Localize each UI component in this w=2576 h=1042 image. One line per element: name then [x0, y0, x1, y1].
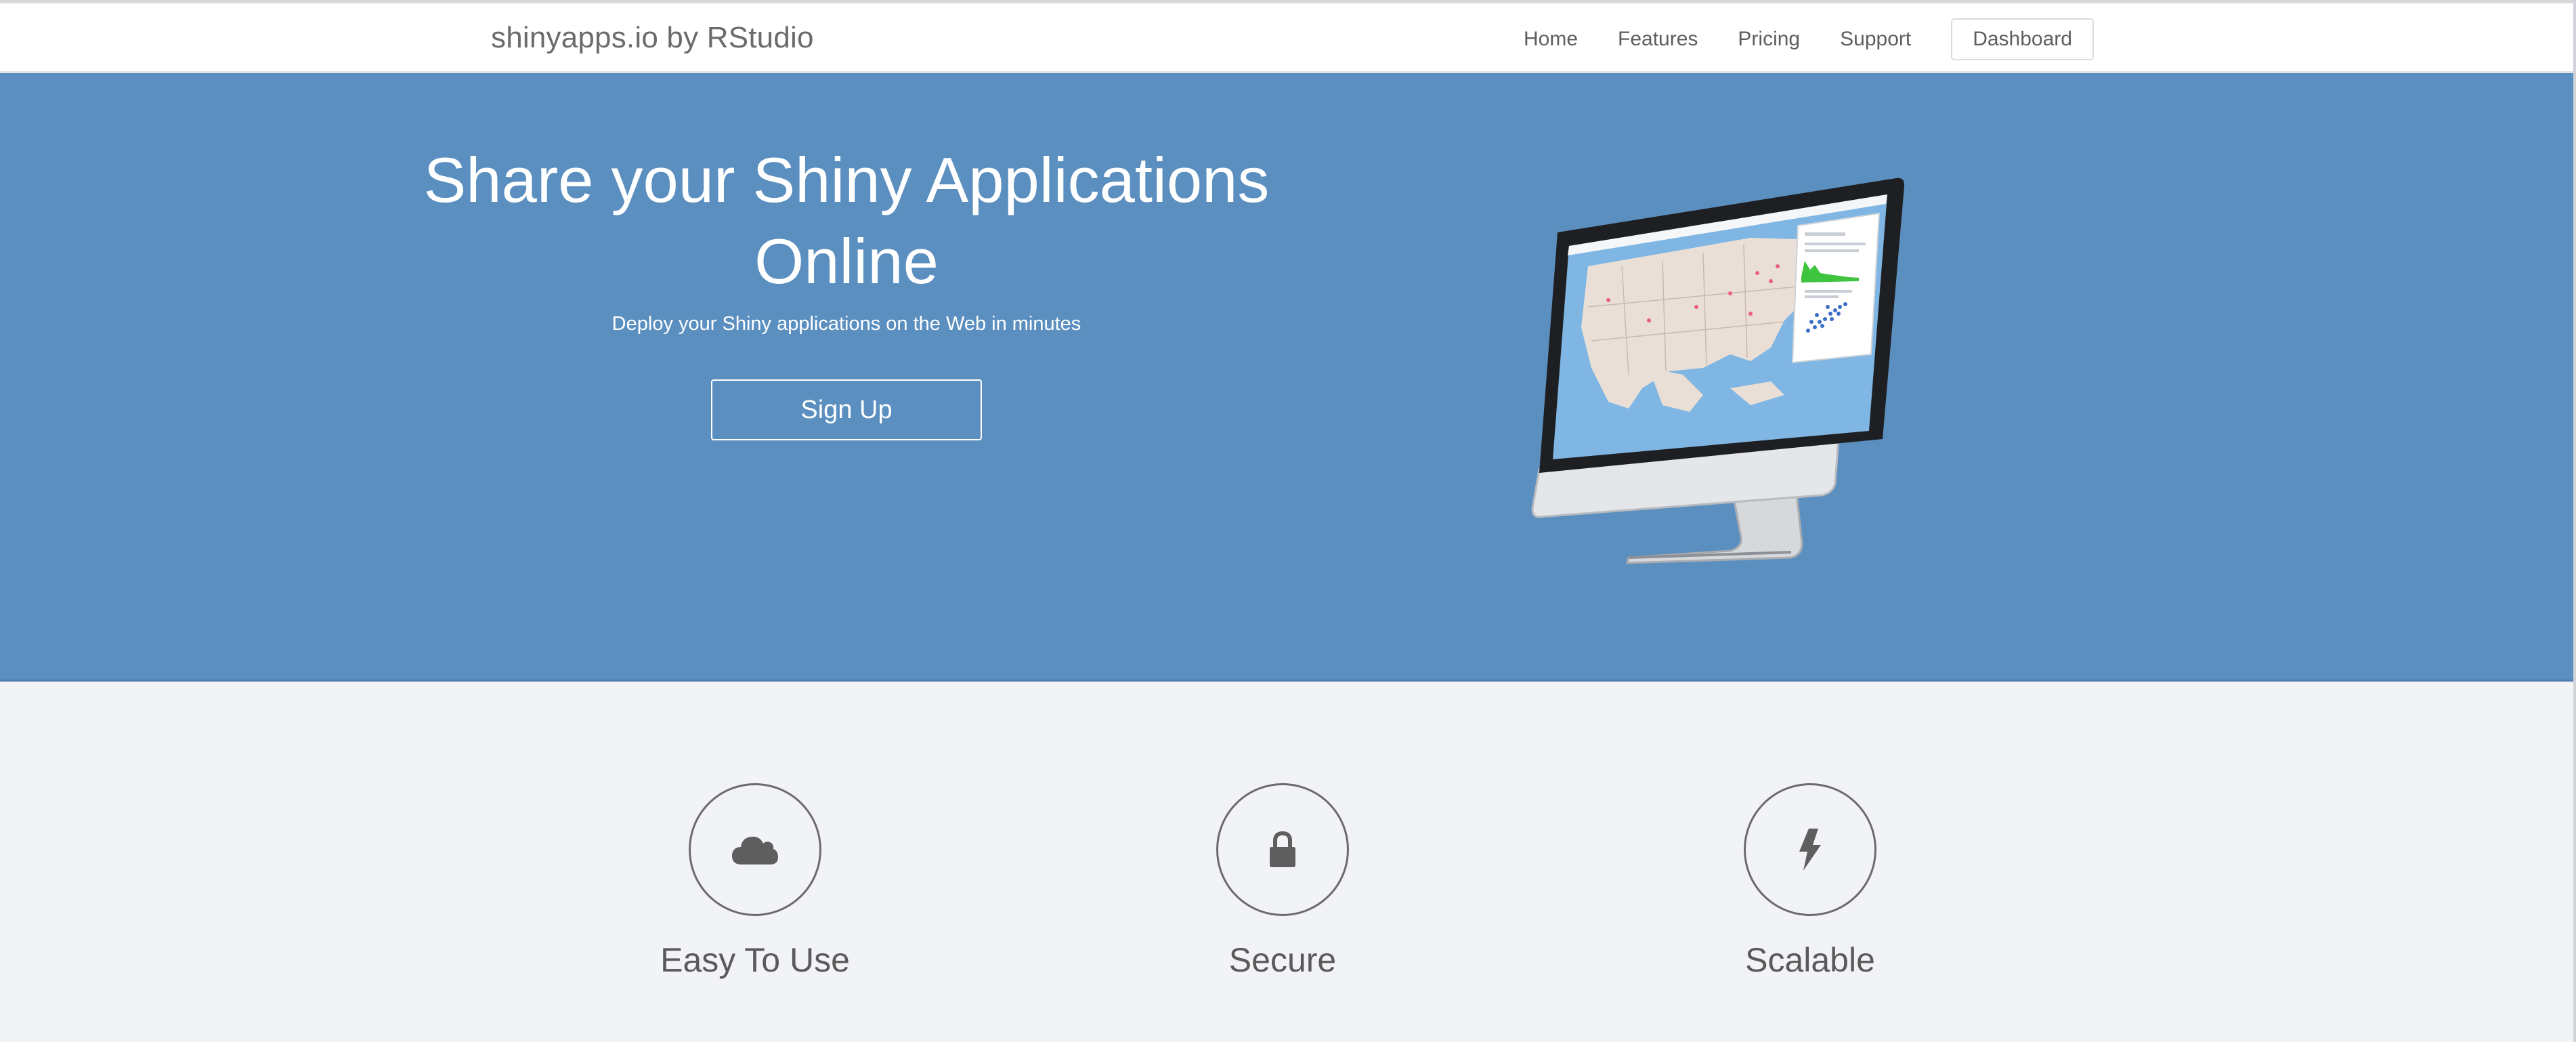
lightning-icon: [1799, 829, 1821, 871]
cloud-icon: [732, 836, 778, 864]
nav-link-support[interactable]: Support: [1840, 28, 1911, 51]
feature-scalable: Scalable: [1675, 783, 1946, 980]
feature-label: Scalable: [1745, 941, 1875, 979]
feature-label: Easy To Use: [660, 941, 850, 979]
features-section: Easy To Use Secure Scalable: [0, 682, 2576, 1042]
hero-subtitle: Deploy your Shiny applications on the We…: [611, 313, 1081, 335]
feature-label: Secure: [1228, 941, 1337, 979]
scrollbar[interactable]: [2573, 0, 2576, 1042]
nav-link-features[interactable]: Features: [1618, 28, 1698, 51]
dashboard-button[interactable]: Dashboard: [1951, 18, 2094, 60]
nav-links: Home Features Pricing Support Dashboard: [1524, 18, 2094, 60]
nav-link-home[interactable]: Home: [1524, 28, 1578, 51]
top-navbar: shinyapps.io by RStudio Home Features Pr…: [0, 0, 2576, 73]
brand-logo[interactable]: shinyapps.io by RStudio: [491, 21, 814, 55]
feature-circle: [1216, 783, 1349, 916]
feature-circle: [689, 783, 821, 916]
hero-title: Share your Shiny Applications Online: [423, 144, 1270, 297]
feature-secure: Secure: [1147, 783, 1418, 980]
feature-circle: [1744, 783, 1876, 916]
lock-icon: [1270, 831, 1295, 867]
hero-section: Share your Shiny Applications Online Dep…: [0, 73, 2573, 682]
nav-link-pricing[interactable]: Pricing: [1738, 28, 1800, 51]
feature-easy-to-use: Easy To Use: [620, 783, 890, 980]
signup-button[interactable]: Sign Up: [711, 379, 982, 440]
monitor-illustration: [1531, 178, 1905, 564]
page: shinyapps.io by RStudio Home Features Pr…: [0, 0, 2576, 1042]
